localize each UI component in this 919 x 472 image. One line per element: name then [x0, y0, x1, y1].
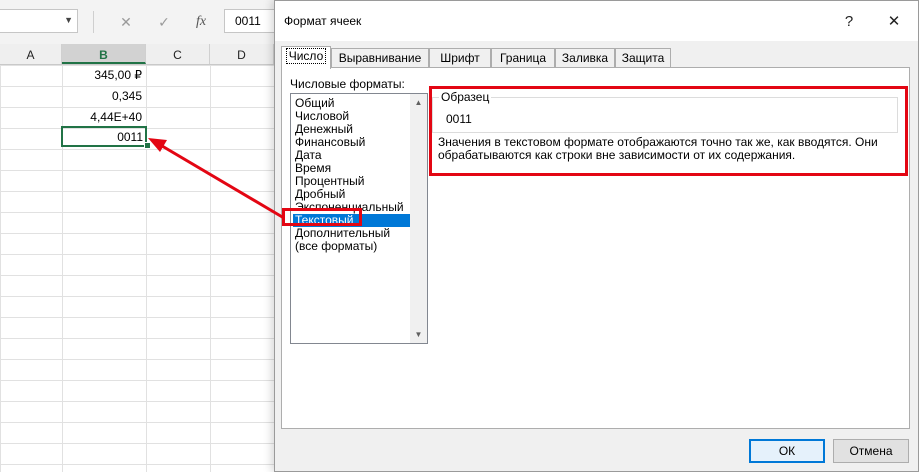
cell-b4-active[interactable]: 0011	[61, 126, 147, 147]
format-cells-dialog: Формат ячеек ? ✕ Число Выравнивание Шриф…	[274, 0, 919, 472]
name-box[interactable]: ▼	[0, 9, 78, 33]
tab-number[interactable]: Число	[281, 46, 331, 69]
grid-line	[210, 65, 211, 472]
function-icon[interactable]: fx	[191, 12, 211, 32]
column-header-b[interactable]: B	[62, 44, 146, 64]
tab-fill[interactable]: Заливка	[555, 48, 615, 67]
dialog-title: Формат ячеек	[284, 14, 362, 28]
highlight-sample-area	[429, 86, 908, 176]
cancel-button[interactable]: Отмена	[833, 439, 909, 463]
tab-border[interactable]: Граница	[491, 48, 555, 67]
help-icon[interactable]: ?	[835, 9, 863, 35]
column-header-c[interactable]: C	[146, 44, 210, 64]
ok-button[interactable]: ОК	[749, 439, 825, 463]
dialog-titlebar: Формат ячеек ? ✕	[275, 1, 918, 41]
column-header-a[interactable]: A	[0, 44, 62, 64]
tab-font[interactable]: Шрифт	[429, 48, 491, 67]
tab-protection[interactable]: Защита	[615, 48, 671, 67]
enter-icon[interactable]: ✓	[154, 12, 174, 32]
formula-bar-separator	[93, 11, 94, 33]
scroll-up-icon[interactable]: ▲	[410, 94, 427, 111]
tab-number-label: Число	[285, 48, 327, 64]
cancel-icon[interactable]: ✕	[116, 12, 136, 32]
cell-b3[interactable]: 4,44E+40	[62, 107, 146, 127]
column-header-d[interactable]: D	[210, 44, 274, 64]
tab-alignment[interactable]: Выравнивание	[331, 48, 429, 67]
fill-handle[interactable]	[144, 142, 151, 149]
list-scrollbar[interactable]: ▲ ▼	[410, 94, 427, 343]
close-icon[interactable]: ✕	[880, 9, 908, 35]
cell-b1[interactable]: 345,00 ₽	[62, 65, 146, 85]
number-formats-label: Числовые форматы:	[290, 77, 405, 91]
format-item-custom[interactable]: (все форматы)	[293, 240, 410, 253]
highlight-text-format	[282, 208, 362, 226]
chevron-down-icon[interactable]: ▼	[64, 15, 73, 25]
cell-b2[interactable]: 0,345	[62, 86, 146, 106]
scroll-down-icon[interactable]: ▼	[410, 326, 427, 343]
